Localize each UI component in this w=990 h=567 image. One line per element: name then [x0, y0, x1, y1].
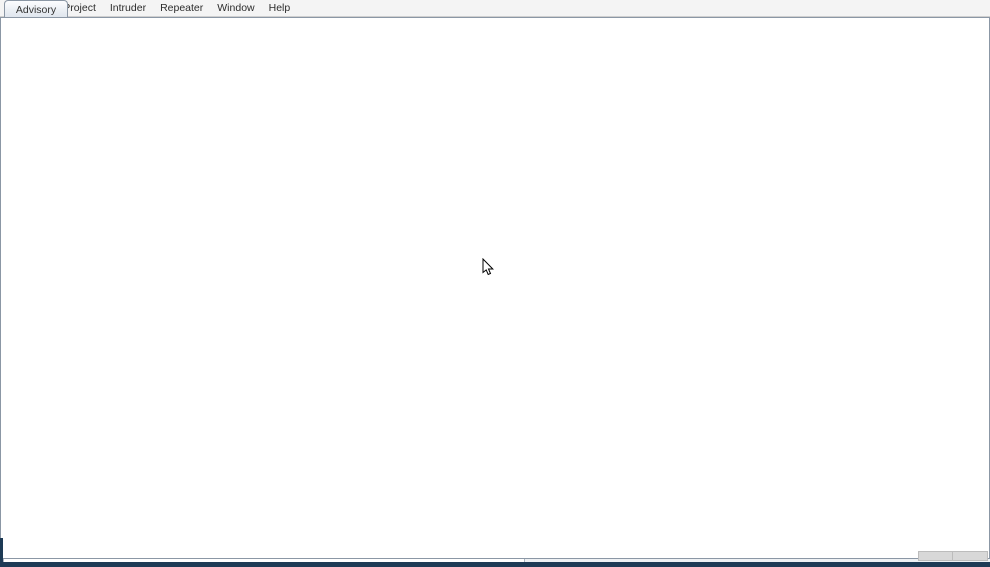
taskbar-edge [0, 562, 990, 567]
menu-bar: BurpProjectIntruderRepeaterWindowHelp [0, 0, 990, 17]
advisory-content [0, 17, 990, 559]
advisory-panel: Advisory [0, 0, 990, 559]
statusbar-box [952, 551, 988, 561]
statusbar-box [918, 551, 954, 561]
menu-item[interactable]: Repeater [153, 2, 210, 14]
window-edge [0, 538, 3, 562]
advisory-tab[interactable]: Advisory [4, 0, 68, 18]
burp-suite-window: BurpProjectIntruderRepeaterWindowHelp Ve… [0, 0, 990, 567]
menu-item[interactable]: Help [262, 2, 298, 14]
menu-item[interactable]: Intruder [103, 2, 153, 14]
menu-item[interactable]: Window [210, 2, 261, 14]
